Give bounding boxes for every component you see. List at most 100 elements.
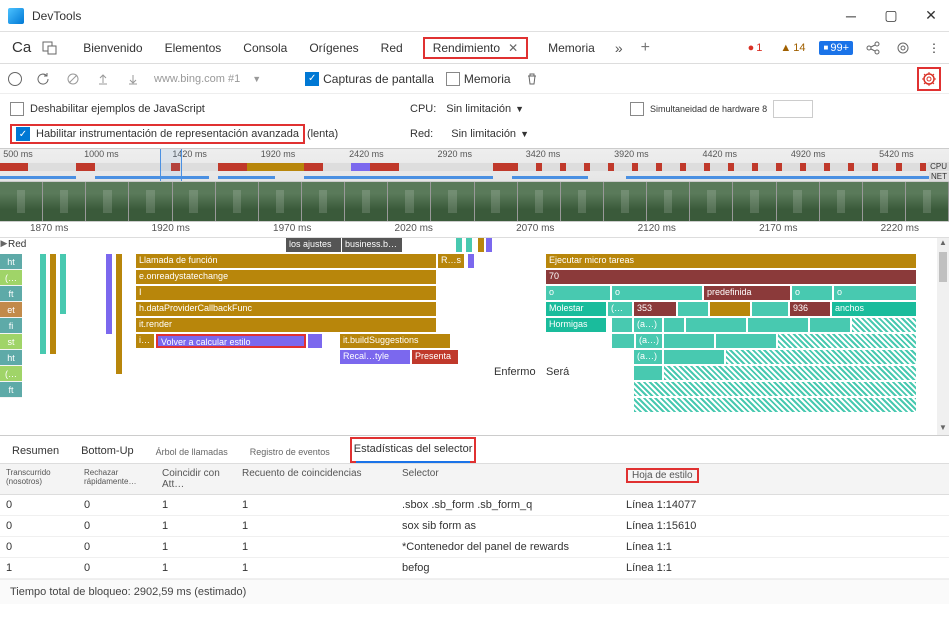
timeline-ruler[interactable]: 1870 ms 1920 ms 1970 ms 2020 ms 2070 ms … [0,222,949,238]
clear-button[interactable] [64,70,82,88]
filmstrip-frame[interactable] [173,182,216,221]
result-tab-summary[interactable]: Resumen [10,441,61,463]
filmstrip-frame[interactable] [129,182,172,221]
disable-js-checkbox[interactable]: Deshabilitar ejemplos de JavaScript [10,102,390,116]
table-row[interactable]: 1 0 1 1 befog Línea 1:1 [0,558,949,579]
hw-input[interactable] [773,100,813,118]
flame-block[interactable]: (a…) [634,350,662,364]
col-matchcount[interactable]: Recuento de coincidencias [236,464,396,494]
filmstrip-frame[interactable] [388,182,431,221]
memory-checkbox[interactable]: Memoria [446,72,511,86]
flame-block[interactable]: o [834,286,916,300]
flame-block[interactable]: Recal…tyle [340,350,410,364]
flame-block[interactable]: o [612,286,702,300]
filmstrip-frame[interactable] [863,182,906,221]
flame-chart[interactable]: los ajustes business.b… Llamada de funci… [36,238,949,435]
overview-timeline[interactable]: 500 ms 1000 ms 1420 ms 1920 ms 2420 ms 2… [0,148,949,182]
messages-badge[interactable]: ■ 99+ [819,41,853,55]
tab-performance[interactable]: Rendimiento ✕ [423,37,528,59]
tab-memory[interactable]: Memoria [546,37,597,59]
flame-block[interactable]: o [792,286,832,300]
result-tab-calltree[interactable]: Árbol de llamadas [154,443,230,463]
screenshots-checkbox[interactable]: ✓ Capturas de pantalla [305,72,434,86]
hw-concurrency-checkbox[interactable]: Simultaneidad de hardware 8 [630,102,767,116]
col-elapsed[interactable]: Transcurrido (nosotros) [0,464,78,494]
flame-block[interactable]: anchos [832,302,916,316]
flame-block[interactable]: Molestar [546,302,606,316]
filmstrip-frame[interactable] [647,182,690,221]
flame-block[interactable]: (… [608,302,632,316]
flame-block[interactable]: it.render [136,318,436,332]
trash-button[interactable] [523,70,541,88]
scroll-up-icon[interactable]: ▲ [937,238,949,250]
device-toggle-icon[interactable] [41,39,59,57]
table-row[interactable]: 0 0 1 1 .sbox .sb_form .sb_form_q Línea … [0,495,949,516]
download-button[interactable] [124,70,142,88]
filmstrip-frame[interactable] [0,182,43,221]
flame-block[interactable]: los ajustes [286,238,341,252]
flame-block[interactable]: 70 [546,270,916,284]
filmstrip-frame[interactable] [431,182,474,221]
advanced-rendering-checkbox[interactable]: ✓ Habilitar instrumentación de represent… [10,124,305,144]
filmstrip-frame[interactable] [345,182,388,221]
filmstrip-frame[interactable] [820,182,863,221]
filmstrip-frame[interactable] [216,182,259,221]
flame-block[interactable]: R…s [438,254,464,268]
kebab-menu-icon[interactable]: ⋮ [923,38,943,58]
flame-block[interactable]: e.onreadystatechange [136,270,436,284]
col-stylesheet[interactable]: Hoja de estilo [620,464,949,494]
warning-badge[interactable]: ▲ 14 [776,41,809,55]
filmstrip-frame[interactable] [733,182,776,221]
filmstrip-frame[interactable] [259,182,302,221]
flame-block[interactable]: Ejecutar micro tareas [546,254,916,268]
close-button[interactable]: ✕ [921,6,941,26]
cpu-throttle-select[interactable]: Sin limitación [446,103,511,115]
flame-block-recalc-style[interactable]: Volver a calcular estilo [156,334,306,348]
network-throttle-select[interactable]: Sin limitación [451,128,516,140]
filmstrip-frame[interactable] [604,182,647,221]
filmstrip-frame[interactable] [690,182,733,221]
capture-settings-button[interactable] [917,67,941,91]
upload-button[interactable] [94,70,112,88]
flame-scrollbar[interactable]: ▲ ▼ [937,238,949,435]
add-tab-button[interactable]: + [641,39,650,57]
flame-block[interactable]: business.b… [342,238,402,252]
flame-block[interactable]: Llamada de función [136,254,436,268]
settings-gear-icon[interactable] [893,38,913,58]
tab-close-icon[interactable]: ✕ [508,41,518,55]
url-caret-icon[interactable]: ▼ [252,74,261,84]
filmstrip-frame[interactable] [302,182,345,221]
filmstrip-frame[interactable] [518,182,561,221]
result-tab-eventlog[interactable]: Registro de eventos [248,443,332,463]
maximize-button[interactable]: ▢ [881,6,901,26]
col-matchatt[interactable]: Coincidir con Att… [156,464,236,494]
flame-block[interactable]: 353 [634,302,676,316]
flame-block[interactable]: Hormigas [546,318,606,332]
filmstrip[interactable] [0,182,949,222]
tab-console[interactable]: Consola [241,37,289,59]
filmstrip-frame[interactable] [906,182,949,221]
scroll-down-icon[interactable]: ▼ [937,423,949,435]
url-dropdown[interactable]: www.bing.com #1 [154,73,240,85]
result-tab-bottomup[interactable]: Bottom-Up [79,441,136,463]
filmstrip-frame[interactable] [777,182,820,221]
table-row[interactable]: 0 0 1 1 *Contenedor del panel de rewards… [0,537,949,558]
table-row[interactable]: 0 0 1 1 sox sib form as Línea 1:15610 [0,516,949,537]
more-tabs-chevron-icon[interactable]: » [615,40,623,56]
filmstrip-frame[interactable] [475,182,518,221]
filmstrip-frame[interactable] [43,182,86,221]
error-badge[interactable]: ● 1 [744,41,767,55]
flame-block[interactable]: (a…) [636,334,662,348]
flame-block[interactable]: Presenta [412,350,458,364]
flame-block[interactable]: h.dataProviderCallbackFunc [136,302,436,316]
flame-block[interactable]: I [136,286,436,300]
tab-welcome[interactable]: Bienvenido [81,37,144,59]
filmstrip-frame[interactable] [86,182,129,221]
col-selector[interactable]: Selector [396,464,620,494]
share-icon[interactable] [863,38,883,58]
filmstrip-frame[interactable] [561,182,604,221]
flame-block[interactable]: (a…) [634,318,662,332]
col-fastreject[interactable]: Rechazar rápidamente… [78,464,156,494]
flame-block[interactable]: 936 [790,302,830,316]
flame-block[interactable]: it.buildSuggestions [340,334,450,348]
